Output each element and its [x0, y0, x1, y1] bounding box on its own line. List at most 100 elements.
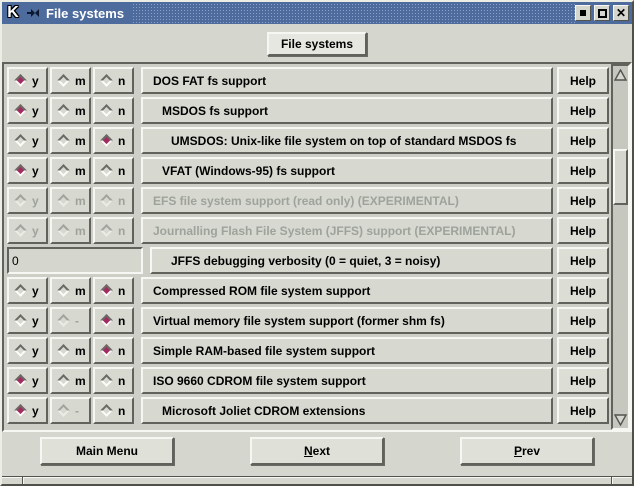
- tristate-m-button[interactable]: m: [50, 367, 91, 394]
- option-label: Compressed ROM file system support: [143, 284, 370, 298]
- help-button[interactable]: Help: [557, 187, 609, 214]
- help-button[interactable]: Help: [557, 67, 609, 94]
- option-letter: y: [32, 284, 39, 298]
- tristate-m-button[interactable]: m: [50, 157, 91, 184]
- next-button[interactable]: Next: [250, 437, 384, 465]
- option-label-button[interactable]: Virtual memory file system support (form…: [141, 307, 553, 334]
- tristate-y-button[interactable]: y: [7, 337, 48, 364]
- scrollbar-thumb[interactable]: [613, 149, 628, 205]
- help-button[interactable]: Help: [557, 277, 609, 304]
- radio-diamond-icon: [100, 404, 113, 417]
- tristate-y-button[interactable]: y: [7, 367, 48, 394]
- option-label-button[interactable]: Simple RAM-based file system support: [141, 337, 553, 364]
- option-label-button: Journalling Flash File System (JFFS) sup…: [141, 217, 553, 244]
- radio-diamond-icon: [14, 104, 27, 117]
- option-letter: n: [118, 134, 125, 148]
- help-button[interactable]: Help: [557, 397, 609, 424]
- radio-diamond-icon: [57, 344, 70, 357]
- config-row: JFFS debugging verbosity (0 = quiet, 3 =…: [7, 247, 609, 274]
- tristate-n-button[interactable]: n: [93, 397, 134, 424]
- tristate-n-button[interactable]: n: [93, 337, 134, 364]
- tristate-n-button[interactable]: n: [93, 157, 134, 184]
- option-letter: y: [32, 194, 39, 208]
- tristate-m-button: -: [50, 307, 91, 334]
- maximize-button[interactable]: [594, 5, 610, 21]
- scrollbar-trough[interactable]: [613, 83, 628, 411]
- option-label-button[interactable]: UMSDOS: Unix-like file system on top of …: [141, 127, 553, 154]
- radio-diamond-icon: [57, 284, 70, 297]
- option-label-button[interactable]: JFFS debugging verbosity (0 = quiet, 3 =…: [150, 247, 553, 274]
- close-button[interactable]: ✕: [613, 5, 629, 21]
- vertical-scrollbar[interactable]: [611, 64, 630, 430]
- tristate-n-button[interactable]: n: [93, 127, 134, 154]
- verbosity-input[interactable]: [7, 247, 143, 274]
- help-button[interactable]: Help: [557, 157, 609, 184]
- tristate-y-button[interactable]: y: [7, 397, 48, 424]
- k-menu-icon[interactable]: K: [2, 3, 24, 23]
- tristate-m-button[interactable]: m: [50, 67, 91, 94]
- help-button[interactable]: Help: [557, 337, 609, 364]
- radio-diamond-icon: [14, 74, 27, 87]
- window-bottom-frame[interactable]: [2, 476, 632, 484]
- help-button[interactable]: Help: [557, 307, 609, 334]
- option-letter: n: [118, 404, 125, 418]
- option-label-button[interactable]: Microsoft Joliet CDROM extensions: [141, 397, 553, 424]
- help-button[interactable]: Help: [557, 97, 609, 124]
- config-row: ymnEFS file system support (read only) (…: [7, 187, 609, 214]
- radio-diamond-icon: [100, 164, 113, 177]
- help-button[interactable]: Help: [557, 217, 609, 244]
- tristate-m-button: m: [50, 217, 91, 244]
- radio-diamond-icon: [100, 344, 113, 357]
- tristate-n-button[interactable]: n: [93, 97, 134, 124]
- help-button[interactable]: Help: [557, 127, 609, 154]
- scroll-up-button[interactable]: [613, 66, 628, 83]
- section-title-button[interactable]: File systems: [267, 32, 367, 56]
- file-systems-window: K File systems ✕ File systems ymnDOS FAT…: [0, 0, 634, 486]
- option-label-button[interactable]: Compressed ROM file system support: [141, 277, 553, 304]
- option-label-button[interactable]: MSDOS fs support: [141, 97, 553, 124]
- option-letter: m: [75, 104, 86, 118]
- tristate-y-button[interactable]: y: [7, 157, 48, 184]
- tristate-n-button[interactable]: n: [93, 307, 134, 334]
- radio-diamond-icon: [57, 104, 70, 117]
- tristate-m-button[interactable]: m: [50, 127, 91, 154]
- option-label-button[interactable]: VFAT (Windows-95) fs support: [141, 157, 553, 184]
- tristate-y-button[interactable]: y: [7, 277, 48, 304]
- help-button[interactable]: Help: [557, 247, 609, 274]
- tristate-n-button[interactable]: n: [93, 67, 134, 94]
- titlebar-texture[interactable]: [132, 2, 575, 24]
- option-label: Microsoft Joliet CDROM extensions: [143, 404, 365, 418]
- prev-button[interactable]: Prev: [460, 437, 594, 465]
- radio-diamond-icon: [14, 284, 27, 297]
- tristate-m-button[interactable]: m: [50, 337, 91, 364]
- minimize-button[interactable]: [575, 5, 591, 21]
- option-letter: n: [118, 374, 125, 388]
- window-title: File systems: [46, 6, 124, 21]
- option-label: Virtual memory file system support (form…: [143, 314, 445, 328]
- option-label: EFS file system support (read only) (EXP…: [143, 194, 459, 208]
- tristate-y-button: y: [7, 187, 48, 214]
- tristate-m-button[interactable]: m: [50, 277, 91, 304]
- config-row: y mn Compressed ROM file system support Hel…: [7, 277, 609, 304]
- radio-diamond-icon: [14, 164, 27, 177]
- option-label-button[interactable]: ISO 9660 CDROM file system support: [141, 367, 553, 394]
- option-label-button[interactable]: DOS FAT fs support: [141, 67, 553, 94]
- tristate-y-button[interactable]: y: [7, 307, 48, 334]
- resize-notch-right: [611, 477, 612, 484]
- main-menu-button[interactable]: Main Menu: [40, 437, 174, 465]
- tristate-n-button[interactable]: n: [93, 277, 134, 304]
- option-letter: n: [118, 194, 125, 208]
- help-button[interactable]: Help: [557, 367, 609, 394]
- tristate-y-button[interactable]: y: [7, 127, 48, 154]
- pin-icon[interactable]: [24, 5, 42, 21]
- option-letter: n: [118, 164, 125, 178]
- tristate-y-button[interactable]: y: [7, 67, 48, 94]
- tristate-m-button[interactable]: m: [50, 97, 91, 124]
- config-row: ym n VFAT (Windows-95) fs supportHelp: [7, 157, 609, 184]
- titlebar: K File systems ✕: [2, 2, 632, 24]
- option-letter: m: [75, 284, 86, 298]
- option-letter: n: [118, 314, 125, 328]
- tristate-y-button[interactable]: y: [7, 97, 48, 124]
- tristate-n-button[interactable]: n: [93, 367, 134, 394]
- scroll-down-button[interactable]: [613, 411, 628, 428]
